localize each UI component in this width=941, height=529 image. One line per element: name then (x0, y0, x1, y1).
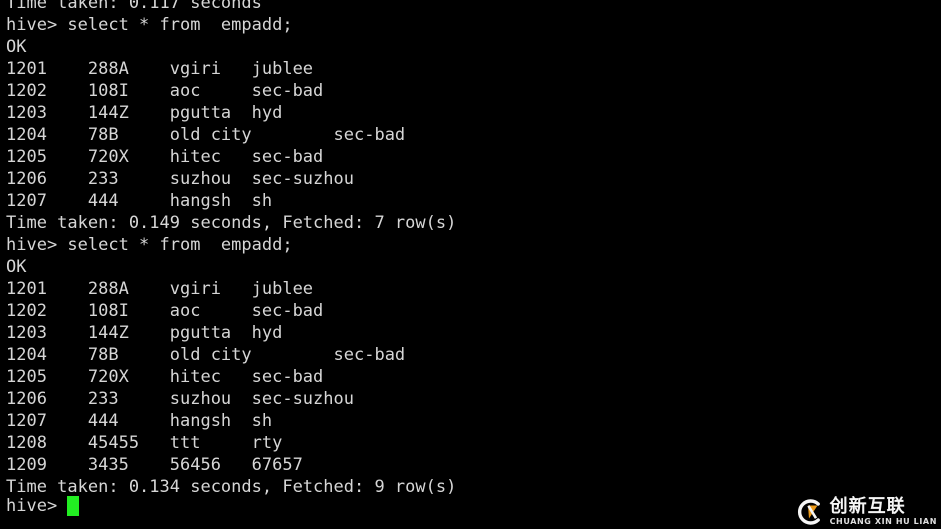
terminal-prompt-line[interactable]: hive> (6, 495, 80, 517)
terminal-line: 1208 45455 ttt rty (6, 433, 283, 453)
terminal-line: 1203 144Z pgutta hyd (6, 103, 283, 123)
terminal-line: 1202 108I aoc sec-bad (6, 301, 324, 321)
terminal-window[interactable]: Time taken: 0.117 seconds hive> select * … (0, 0, 941, 529)
watermark-cn-text: 创新互联 (829, 496, 906, 517)
terminal-line: 1202 108I aoc sec-bad (6, 81, 324, 101)
terminal-line: 1201 288A vgiri jublee (6, 279, 314, 299)
terminal-line: Time taken: 0.149 seconds, Fetched: 7 ro… (6, 213, 457, 233)
terminal-line: 1204 78B old city sec-bad (6, 125, 406, 145)
terminal-line: 1209 3435 56456 67657 (6, 455, 303, 475)
terminal-line: 1205 720X hitec sec-bad (6, 147, 324, 167)
terminal-output: Time taken: 0.117 seconds hive> select * … (6, 0, 456, 498)
terminal-line: 1207 444 hangsh sh (6, 411, 273, 431)
cx-logo-icon (795, 498, 823, 526)
terminal-line: hive> select * from empadd; (6, 235, 293, 255)
terminal-line: 1206 233 suzhou sec-suzhou (6, 169, 354, 189)
terminal-line: OK (6, 37, 27, 57)
terminal-line: 1204 78B old city sec-bad (6, 345, 406, 365)
watermark-logo: 创新互联 CHUANG XIN HU LIAN (795, 497, 937, 527)
terminal-line: 1201 288A vgiri jublee (6, 59, 314, 79)
terminal-line: OK (6, 257, 27, 277)
prompt-text: hive> (6, 496, 68, 516)
terminal-line: 1207 444 hangsh sh (6, 191, 273, 211)
terminal-line: 1206 233 suzhou sec-suzhou (6, 389, 354, 409)
terminal-line: 1203 144Z pgutta hyd (6, 323, 283, 343)
terminal-line: Time taken: 0.117 seconds (6, 0, 262, 13)
terminal-line: hive> select * from empadd; (6, 15, 293, 35)
terminal-line: 1205 720X hitec sec-bad (6, 367, 324, 387)
watermark-en-text: CHUANG XIN HU LIAN (829, 517, 937, 526)
watermark-text: 创新互联 CHUANG XIN HU LIAN (830, 497, 937, 527)
text-cursor (67, 496, 80, 516)
